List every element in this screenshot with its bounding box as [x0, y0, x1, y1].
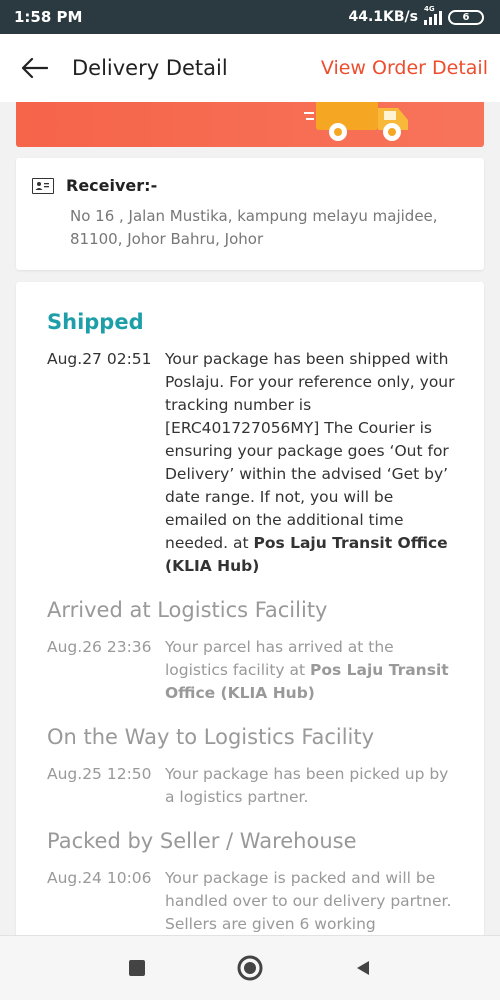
- delivery-truck-icon: [304, 102, 408, 141]
- event-time: Aug.24 10:06: [47, 869, 152, 887]
- tracking-timeline: Shipped Aug.27 02:51 Your package has be…: [16, 282, 484, 982]
- square-icon: [128, 960, 145, 976]
- back-button[interactable]: [16, 50, 52, 86]
- timeline-event: Shipped Aug.27 02:51 Your package has be…: [47, 308, 484, 578]
- event-text: Your package is packed and will be handl…: [165, 869, 452, 933]
- status-icons: 44.1KB/s 4G 6: [348, 5, 484, 25]
- id-card-icon: [32, 177, 54, 194]
- event-description: Your package has been picked up by a log…: [165, 763, 460, 809]
- back-triangle-icon: [357, 961, 370, 975]
- event-status: Shipped: [47, 310, 144, 334]
- arrow-left-icon: [21, 57, 48, 79]
- event-description: Your package is packed and will be handl…: [165, 867, 460, 936]
- address-line-2: 81100, Johor Bahru, Johor: [70, 230, 264, 248]
- event-time: Aug.26 23:36: [47, 638, 152, 656]
- back-nav-button[interactable]: [348, 953, 378, 983]
- circle-icon: [237, 955, 263, 981]
- network-type: 4G: [424, 5, 435, 13]
- event-detail: Aug.25 12:50 Your package has been picke…: [47, 763, 484, 809]
- status-bar: 1:58 PM 44.1KB/s 4G 6: [0, 0, 500, 34]
- event-status: Arrived at Logistics Facility: [47, 598, 328, 622]
- event-detail: Aug.26 23:36 Your parcel has arrived at …: [47, 636, 484, 705]
- receiver-header: Receiver:-: [32, 176, 468, 195]
- event-status: Packed by Seller / Warehouse: [47, 829, 357, 853]
- receiver-label: Receiver:-: [66, 176, 158, 195]
- system-nav-bar: [0, 935, 500, 1000]
- event-description: Your parcel has arrived at the logistics…: [165, 636, 460, 705]
- event-description: Your package has been shipped with Posla…: [165, 348, 460, 578]
- timeline-event: Arrived at Logistics Facility Aug.26 23:…: [47, 596, 484, 705]
- recents-button[interactable]: [122, 953, 152, 983]
- network-speed: 44.1KB/s: [348, 9, 418, 25]
- event-detail: Aug.27 02:51 Your package has been shipp…: [47, 348, 484, 578]
- event-time: Aug.25 12:50: [47, 765, 152, 783]
- timeline-event: Packed by Seller / Warehouse Aug.24 10:0…: [47, 827, 484, 936]
- app-header: Delivery Detail View Order Detail: [0, 34, 500, 102]
- battery-level: 6: [462, 11, 470, 23]
- event-detail: Aug.24 10:06 Your package is packed and …: [47, 867, 484, 936]
- view-order-detail-link[interactable]: View Order Detail: [321, 57, 488, 79]
- receiver-card: Receiver:- No 16 , Jalan Mustika, kampun…: [16, 158, 484, 270]
- delivery-banner: [16, 102, 484, 147]
- event-time: Aug.27 02:51: [47, 350, 152, 368]
- receiver-address: No 16 , Jalan Mustika, kampung melayu ma…: [70, 205, 468, 251]
- event-text: Your package has been shipped with Posla…: [165, 350, 455, 552]
- battery-icon: 6: [448, 9, 484, 25]
- status-time: 1:58 PM: [14, 8, 83, 26]
- event-text: Your package has been picked up by a log…: [165, 765, 449, 806]
- home-button[interactable]: [235, 953, 265, 983]
- signal-icon: 4G: [424, 5, 442, 25]
- event-status: On the Way to Logistics Facility: [47, 725, 375, 749]
- page-title: Delivery Detail: [72, 56, 228, 80]
- address-line-1: No 16 , Jalan Mustika, kampung melayu ma…: [70, 207, 438, 225]
- timeline-event: On the Way to Logistics Facility Aug.25 …: [47, 723, 484, 809]
